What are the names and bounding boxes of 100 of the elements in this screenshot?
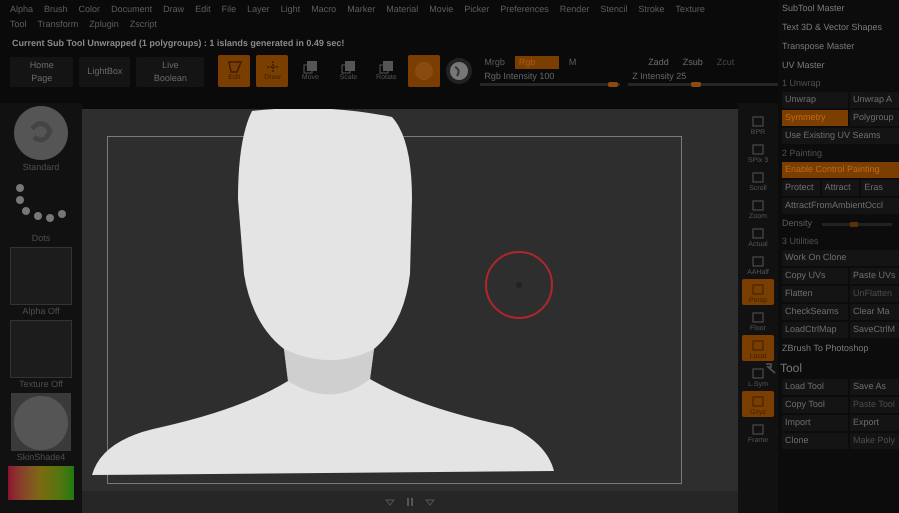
plugin-item[interactable]: UV Master [782,57,899,74]
panel-button[interactable]: Unwrap [782,92,848,108]
view-icon [751,172,765,184]
menu-item[interactable]: Draw [163,3,184,15]
panel-button[interactable]: Work On Clone [782,250,899,266]
panel-button[interactable]: Flatten [782,286,848,302]
plugin-item[interactable]: Text 3D & Vector Shapes [782,19,899,36]
menu-item[interactable]: Stencil [600,3,628,15]
color-mode-button[interactable]: Mrgb [480,56,509,68]
view-icon [751,368,765,380]
z-mode-button[interactable]: Zsub [682,56,703,68]
menu-item[interactable]: Light [280,3,300,15]
slider-label: Density [782,217,814,230]
plugin-item[interactable]: ZBrush To Photoshop [782,340,899,357]
sphere-icon [449,61,470,81]
material-button[interactable] [408,55,440,87]
menu-item[interactable]: Picker [464,3,490,15]
scale-icon [340,60,356,74]
section-title[interactable]: Tool [780,359,802,377]
menu-item[interactable]: Transform [38,18,78,30]
panel-button[interactable]: Eras [861,180,899,196]
menu-item[interactable]: Stroke [638,3,664,15]
panel-button[interactable]: Load Tool [782,379,848,395]
view-icon [751,200,765,212]
undo-icon[interactable] [385,498,395,506]
panel-button[interactable]: Import [782,415,848,431]
redo-icon[interactable] [425,498,435,506]
menu-item[interactable]: Marker [347,3,376,15]
view-icon [751,256,765,268]
panel-button[interactable]: Unwrap A [850,92,899,108]
view-icon [751,116,765,128]
panel-button[interactable]: CheckSeams [782,304,848,320]
sphere-button[interactable] [446,58,472,84]
shelf-label: Dots [32,232,50,244]
menu-item[interactable]: Macro [311,3,336,15]
panel-button[interactable]: Enable Control Painting [782,162,899,178]
shelf-label: Texture Off [19,378,63,390]
menu-item[interactable]: Movie [429,3,454,15]
panel-button[interactable]: Paste UVs [850,268,899,284]
menu-item[interactable]: Preferences [500,3,549,15]
menu-item[interactable]: Alpha [10,3,34,15]
status-message: Current Sub Tool Unwrapped (1 polygroups) : 1 islands generated in 0.49 sec! [11,37,346,50]
panel-button[interactable]: Clear Ma [850,304,899,320]
nav-button[interactable]: Live Boolean [136,57,204,87]
panel-button[interactable]: LoadCtrlMap [782,322,848,338]
viewport[interactable] [82,109,738,491]
menu-item[interactable]: Document [111,3,152,15]
slider-thumb[interactable] [690,82,701,87]
menu-item[interactable]: Tool [10,18,27,30]
hammer-icon [764,362,776,374]
panel-button[interactable]: SaveCtrlM [850,322,899,338]
slider-label: Z Intensity 25 [631,71,688,82]
panel-button[interactable]: AttractFromAmbientOccl [782,198,899,214]
material-sphere-icon[interactable] [11,393,71,451]
brush-cursor-icon [484,250,554,320]
panel-button[interactable]: Use Existing UV Seams [782,128,899,144]
pause-icon[interactable] [407,498,413,506]
rotate-icon [378,60,394,74]
view-icon [751,144,765,156]
slider-label: Rgb Intensity 100 [483,71,556,82]
panel-button[interactable]: Symmetry [782,110,848,126]
view-icon [751,228,765,240]
menu-item[interactable]: Brush [44,3,68,15]
move-icon [302,60,318,74]
plugin-item[interactable]: Transpose Master [782,38,899,55]
color-mode-button[interactable]: M [564,56,580,68]
plugin-item[interactable]: SubTool Master [782,0,899,17]
menu-item[interactable]: Layer [247,3,270,15]
panel-button[interactable]: Polygroup [850,110,899,126]
menu-item[interactable]: Render [560,3,590,15]
panel-button[interactable]: Copy UVs [782,268,848,284]
nav-button[interactable]: LightBox [79,57,130,87]
section-header[interactable]: 2 Painting [782,146,899,160]
menu-item[interactable]: Texture [675,3,705,15]
panel-button[interactable]: Save As [850,379,899,395]
slider-thumb[interactable] [850,222,858,226]
menu-item[interactable]: File [222,3,236,15]
view-icon [751,312,765,324]
nav-button[interactable]: Home Page [10,57,74,87]
alpha-thumbnail[interactable] [10,247,72,305]
panel-button[interactable]: Copy Tool [782,397,848,413]
menu-item[interactable]: Zscript [130,18,157,30]
texture-thumbnail[interactable] [10,320,72,378]
shelf-label: SkinShade4 [16,451,66,463]
panel-button[interactable]: Clone [782,433,848,449]
section-header[interactable]: 3 Utilities [782,234,899,248]
section-header[interactable]: 1 Unwrap [782,76,899,90]
menu-item[interactable]: Color [78,3,100,15]
panel-button[interactable]: Attract [822,180,860,196]
panel-button[interactable]: Export [850,415,899,431]
shelf-label: Alpha Off [22,305,60,317]
shelf-label: Standard [22,161,60,173]
menu-item[interactable]: Material [386,3,418,15]
menu-item[interactable]: Edit [195,3,211,15]
menu-item[interactable]: Zplugin [89,18,119,30]
z-mode-button[interactable]: Zadd [648,56,669,68]
brush-sphere-icon[interactable] [12,105,70,161]
color-picker[interactable] [8,466,74,500]
panel-button[interactable]: Protect [782,180,820,196]
slider-thumb[interactable] [608,82,618,87]
